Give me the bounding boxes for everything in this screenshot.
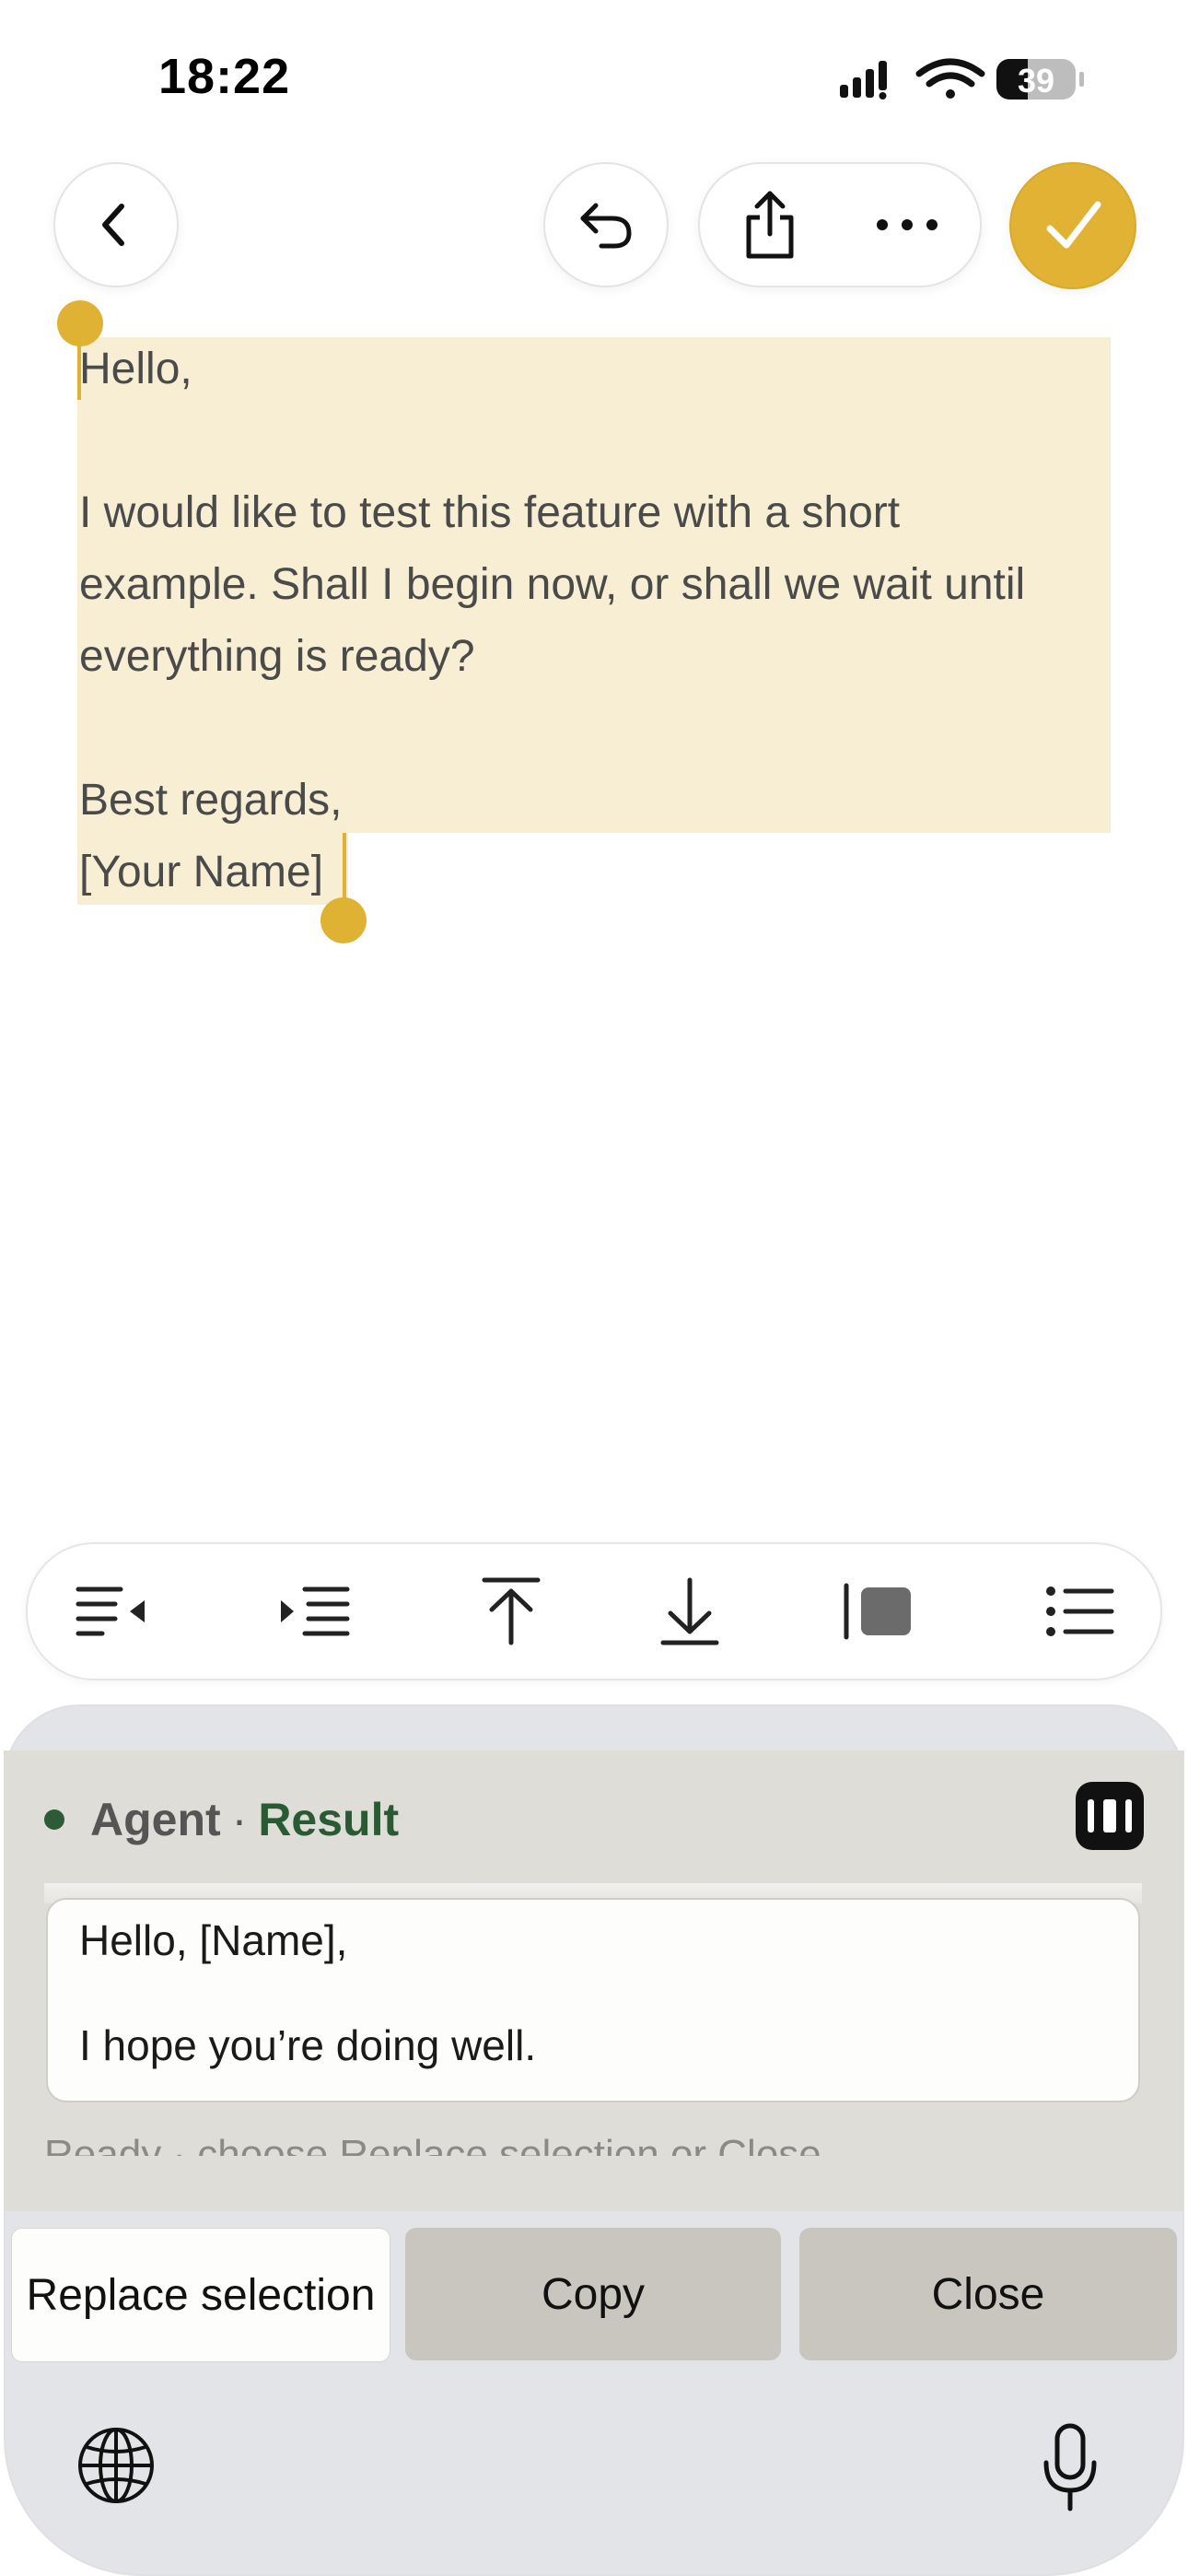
move-to-top-button[interactable] <box>472 1572 551 1651</box>
doc-line: Hello, <box>79 345 192 393</box>
selection-start-caret <box>77 334 81 400</box>
panel-toggle-button[interactable] <box>1076 1782 1144 1850</box>
status-icons: 39 <box>840 58 1084 100</box>
agent-header: Agent · Result <box>44 1787 399 1852</box>
move-to-bottom-icon <box>660 1577 719 1645</box>
share-button[interactable] <box>728 182 812 267</box>
agent-status-line: Ready · choose Replace selection or Clos… <box>44 2136 1142 2156</box>
format-toolbar <box>26 1542 1162 1680</box>
panel-toggle-icon <box>1088 1799 1094 1832</box>
indent-button[interactable] <box>274 1572 354 1651</box>
wifi-icon <box>915 58 985 99</box>
bullet-list-icon <box>1046 1587 1114 1636</box>
selection-end-handle[interactable] <box>320 897 367 943</box>
outdent-icon <box>76 1587 145 1636</box>
selection-end-caret <box>343 833 346 903</box>
move-to-top-icon <box>482 1577 541 1645</box>
doc-line: [Your Name] <box>79 848 324 896</box>
close-button[interactable]: Close <box>799 2228 1177 2360</box>
share-more-group <box>698 162 982 287</box>
share-icon <box>746 191 794 259</box>
status-time: 18:22 <box>158 49 291 104</box>
copy-button[interactable]: Copy <box>405 2228 781 2360</box>
outdent-button[interactable] <box>72 1572 151 1651</box>
agent-label: Agent <box>90 1794 221 1845</box>
done-button[interactable] <box>1009 162 1136 289</box>
block-quote-icon <box>844 1583 911 1640</box>
indent-icon <box>281 1587 350 1636</box>
doc-line: ​ <box>79 405 1111 477</box>
agent-status-text: Ready · choose Replace selection or Clos… <box>44 2136 1142 2156</box>
doc-line: I would like to test this feature with a… <box>79 488 901 537</box>
globe-button[interactable] <box>72 2421 160 2510</box>
undo-button[interactable] <box>543 162 669 287</box>
bullet-list-button[interactable] <box>1041 1572 1120 1651</box>
result-text-box[interactable]: Hello, [Name], I hope you’re doing well. <box>46 1898 1140 2102</box>
more-button[interactable] <box>856 182 958 267</box>
agent-separator: · <box>231 1794 248 1845</box>
globe-icon <box>78 2428 154 2503</box>
move-to-bottom-button[interactable] <box>650 1572 729 1651</box>
undo-icon <box>580 203 632 249</box>
replace-selection-button[interactable]: Replace selection <box>11 2228 390 2362</box>
agent-status-dot <box>44 1809 64 1830</box>
battery-level: 39 <box>1018 62 1054 100</box>
back-button[interactable] <box>53 162 179 287</box>
doc-line: example. Shall I begin now, or shall we … <box>79 560 1026 609</box>
microphone-icon <box>1043 2423 1097 2512</box>
doc-line: everything is ready? <box>79 632 475 681</box>
result-line: I hope you’re doing well. <box>79 2021 537 2069</box>
more-icon <box>877 219 938 230</box>
doc-line: Best regards, <box>79 776 343 825</box>
agent-state: Result <box>258 1794 400 1845</box>
block-quote-button[interactable] <box>838 1572 917 1651</box>
doc-line: ​ <box>79 693 1111 765</box>
signal-icon <box>840 61 887 100</box>
result-line: Hello, [Name], <box>79 1916 348 1964</box>
checkmark-icon <box>1046 201 1101 249</box>
back-icon <box>102 204 124 246</box>
document-body[interactable]: Hello, ​ I would like to test this featu… <box>79 334 1111 908</box>
microphone-button[interactable] <box>1030 2418 1111 2519</box>
